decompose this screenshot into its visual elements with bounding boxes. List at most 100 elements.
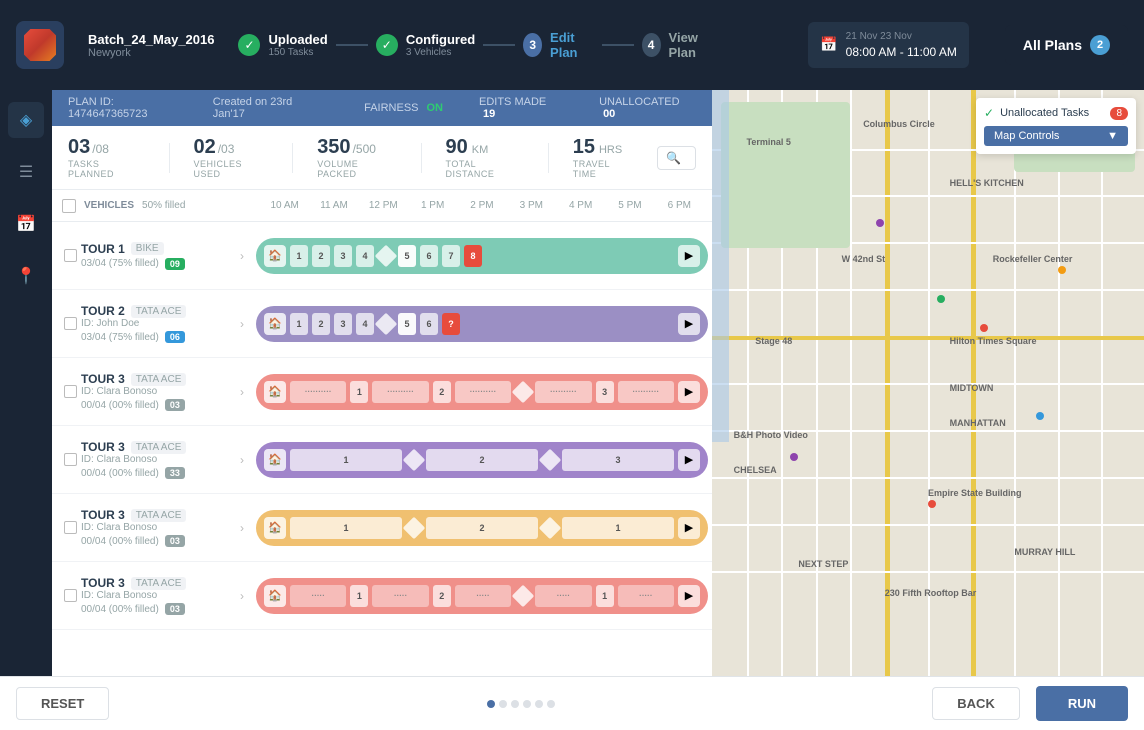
step-view-plan[interactable]: 4 View Plan	[642, 30, 716, 60]
gantt-bar-tour3d[interactable]: 🏠 ····· 1 ····· 2 ····· ····· 1 ····· ▶	[256, 578, 708, 614]
nav-dot-4[interactable]	[523, 700, 531, 708]
header-checkbox[interactable]	[62, 199, 76, 213]
step-configured[interactable]: ✓ Configured 3 Vehicles	[376, 32, 475, 58]
gantt-bar-tour1[interactable]: 🏠 1 2 3 4 5 6 7 8 ▶	[256, 238, 708, 274]
row-checkbox-tour1[interactable]	[64, 249, 77, 262]
bar-task-t2-1[interactable]: 1	[290, 313, 308, 335]
chevron-tour2[interactable]: ›	[240, 317, 244, 331]
sidebar-icon-pin[interactable]: 📍	[8, 258, 44, 294]
chevron-tour3b[interactable]: ›	[240, 453, 244, 467]
reset-button[interactable]: RESET	[16, 687, 109, 720]
bar-task-6[interactable]: 6	[420, 245, 438, 267]
fill-text-tour3a: 00/04 (00% filled)	[81, 400, 159, 411]
chevron-tour3d[interactable]: ›	[240, 589, 244, 603]
row-checkbox-tour3d[interactable]	[64, 589, 77, 602]
run-button[interactable]: RUN	[1036, 686, 1128, 721]
gantt-bar-tour3b[interactable]: 🏠 1 2 3 ▶	[256, 442, 708, 478]
bar-task-5[interactable]: 5	[398, 245, 416, 267]
bar-task-t3c-3[interactable]: 1	[562, 517, 674, 539]
row-checkbox-tour2[interactable]	[64, 317, 77, 330]
gantt-bar-area-tour3b[interactable]: 🏠 1 2 3 ▶	[252, 442, 712, 478]
plan-info-bar: PLAN ID: 1474647365723 Created on 23rd J…	[52, 90, 712, 126]
bar-task-t3a-4[interactable]: ··········	[535, 381, 591, 403]
step-uploaded[interactable]: ✓ Uploaded 150 Tasks	[238, 32, 327, 58]
bar-end-tour3a: ▶	[678, 381, 700, 403]
bar-diamond-tour3d	[512, 584, 535, 607]
nav-dot-1[interactable]	[487, 700, 495, 708]
time-5pm: 5 PM	[605, 200, 654, 211]
back-button[interactable]: BACK	[932, 687, 1020, 720]
bar-task-t3d-2[interactable]: 2	[433, 585, 451, 607]
nav-dot-3[interactable]	[511, 700, 519, 708]
search-box[interactable]: 🔍	[657, 146, 696, 170]
gantt-bar-area-tour2[interactable]: 🏠 1 2 3 4 5 6 ? ▶	[252, 306, 712, 342]
bar-task-t3a-5[interactable]: 3	[596, 381, 614, 403]
bar-task-t3b-2[interactable]: 2	[426, 449, 538, 471]
volume-max: /500	[353, 142, 376, 156]
bar-task-t3c-1[interactable]: 1	[290, 517, 402, 539]
row-checkbox-tour3a[interactable]	[64, 385, 77, 398]
bar-task-8[interactable]: 8	[464, 245, 482, 267]
bar-task-t2-5[interactable]: 5	[398, 313, 416, 335]
overlay-unallocated-badge: 8	[1110, 107, 1128, 120]
gantt-bar-area-tour1[interactable]: 🏠 1 2 3 4 5 6 7 8 ▶	[252, 238, 712, 274]
bar-task-t3d-dense5[interactable]: ·····	[618, 585, 674, 607]
bar-task-t3d-dense4[interactable]: ·····	[535, 585, 591, 607]
bar-task-4[interactable]: 4	[356, 245, 374, 267]
gantt-bar-tour2[interactable]: 🏠 1 2 3 4 5 6 ? ▶	[256, 306, 708, 342]
step-edit-plan[interactable]: 3 Edit Plan	[523, 30, 593, 60]
bar-task-t3a-2[interactable]: 2	[433, 381, 451, 403]
bar-task-t2-q[interactable]: ?	[442, 313, 460, 335]
route-info-tour3a: TOUR 3 TATA ACE ID: Clara Bonoso 00/04 (…	[52, 366, 252, 417]
bar-task-t3a-1[interactable]: ··········	[290, 381, 346, 403]
bar-task-t3a-3[interactable]: ··········	[455, 381, 511, 403]
row-checkbox-tour3c[interactable]	[64, 521, 77, 534]
route-vehicle-tour2: TATA ACE	[131, 305, 187, 318]
bar-task-t3c-2[interactable]: 2	[426, 517, 538, 539]
gantt-bar-area-tour3a[interactable]: 🏠 ·········· 1 ·········· 2 ·········· ·…	[252, 374, 712, 410]
step-label-configured: Configured	[406, 32, 475, 47]
bar-task-7[interactable]: 7	[442, 245, 460, 267]
map-road-h8	[712, 477, 1144, 479]
all-plans-button[interactable]: All Plans 2	[1005, 25, 1128, 65]
bar-task-t2-4[interactable]: 4	[356, 313, 374, 335]
sidebar-icon-calendar[interactable]: 📅	[8, 206, 44, 242]
route-name-tour3c: TOUR 3	[81, 508, 125, 522]
bar-task-3[interactable]: 3	[334, 245, 352, 267]
bar-task-t3d-dense3[interactable]: ·····	[455, 585, 511, 607]
bar-task-t3d-dense[interactable]: ·····	[290, 585, 346, 607]
time-6pm: 6 PM	[655, 200, 704, 211]
chevron-tour3c[interactable]: ›	[240, 521, 244, 535]
bar-task-t3b-3[interactable]: 3	[562, 449, 674, 471]
bar-task-t2-3[interactable]: 3	[334, 313, 352, 335]
map-pin-4	[1036, 412, 1044, 420]
bar-task-t3d-dense2[interactable]: ·····	[372, 585, 428, 607]
sidebar-icon-map[interactable]: ◈	[8, 102, 44, 138]
gantt-bar-tour3a[interactable]: 🏠 ·········· 1 ·········· 2 ·········· ·…	[256, 374, 708, 410]
bar-task-t2-2[interactable]: 2	[312, 313, 330, 335]
nav-dot-2[interactable]	[499, 700, 507, 708]
bar-task-2[interactable]: 2	[312, 245, 330, 267]
chevron-tour3a[interactable]: ›	[240, 385, 244, 399]
map-label-w42nd: W 42nd St	[842, 254, 886, 264]
row-checkbox-tour3b[interactable]	[64, 453, 77, 466]
gantt-bar-area-tour3d[interactable]: 🏠 ····· 1 ····· 2 ····· ····· 1 ····· ▶	[252, 578, 712, 614]
sidebar-icon-list[interactable]: ☰	[8, 154, 44, 190]
bar-task-t3d-1[interactable]: 1	[350, 585, 368, 607]
gantt-bar-area-tour3c[interactable]: 🏠 1 2 1 ▶	[252, 510, 712, 546]
bar-task-t3d-3[interactable]: 1	[596, 585, 614, 607]
nav-dot-6[interactable]	[547, 700, 555, 708]
bar-task-1[interactable]: 1	[290, 245, 308, 267]
distance-unit: KM	[472, 144, 489, 156]
nav-dot-5[interactable]	[535, 700, 543, 708]
overlay-check-icon: ✓	[984, 106, 994, 120]
gantt-bar-tour3c[interactable]: 🏠 1 2 1 ▶	[256, 510, 708, 546]
bar-task-t2-6[interactable]: 6	[420, 313, 438, 335]
map-controls-button[interactable]: Map Controls ▼	[984, 126, 1128, 146]
bar-task-t3a-n2[interactable]: ··········	[372, 381, 428, 403]
volume-val: 350	[317, 136, 350, 159]
bar-task-t3a-6[interactable]: ··········	[618, 381, 674, 403]
chevron-tour1[interactable]: ›	[240, 249, 244, 263]
bar-task-t3b-1[interactable]: 1	[290, 449, 402, 471]
bar-task-t3a-n1[interactable]: 1	[350, 381, 368, 403]
